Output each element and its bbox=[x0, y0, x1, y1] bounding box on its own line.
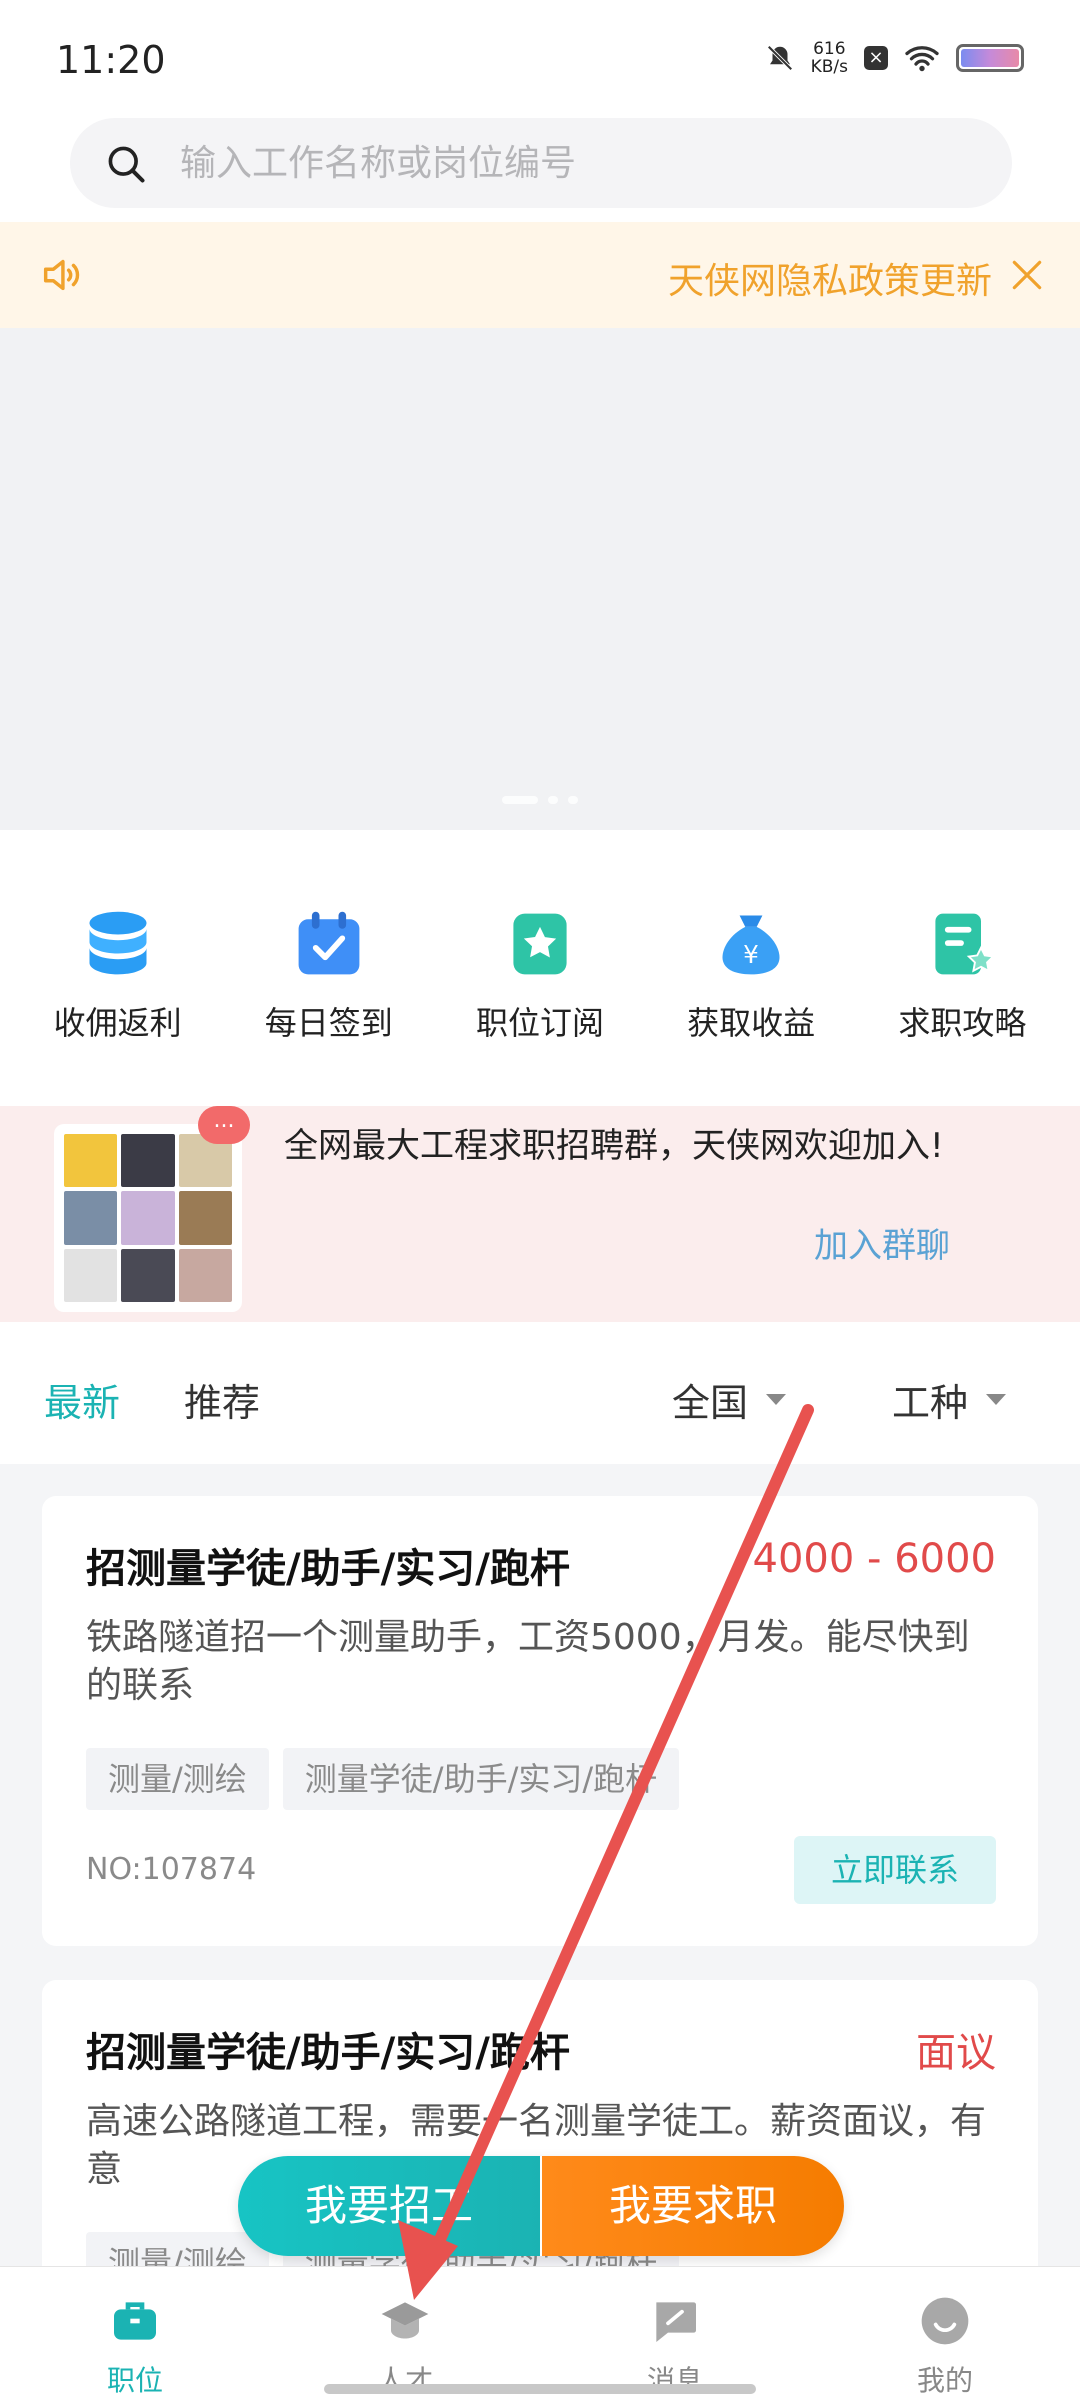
shortcut-guide[interactable]: 求职攻略 bbox=[862, 830, 1062, 1106]
speaker-icon bbox=[43, 259, 80, 291]
hire-button[interactable]: 我要招工 bbox=[238, 2156, 540, 2256]
shortcut-label: 求职攻略 bbox=[898, 1004, 1027, 1042]
shortcut-label: 收佣返利 bbox=[53, 1004, 182, 1042]
job-salary: 4000 - 6000 bbox=[752, 1536, 996, 1582]
carousel-dot bbox=[548, 796, 558, 804]
job-seek-button[interactable]: 我要求职 bbox=[540, 2156, 844, 2256]
job-title: 招测量学徒/助手/实习/跑杆 bbox=[86, 1546, 570, 1592]
region-filter[interactable]: 全国 bbox=[672, 1372, 787, 1427]
profile-face-icon bbox=[921, 2297, 969, 2345]
join-group-link[interactable]: 加入群聊 bbox=[814, 1218, 950, 1267]
job-card[interactable]: 招测量学徒/助手/实习/跑杆 4000 - 6000 铁路隧道招一个测量助手，工… bbox=[42, 1496, 1038, 1946]
carousel-dot bbox=[568, 796, 578, 804]
carousel-dot bbox=[502, 796, 538, 804]
group-avatar bbox=[54, 1124, 242, 1312]
job-number: NO:107874 bbox=[86, 1852, 257, 1887]
status-bar: 11:20 616 KB/s × bbox=[0, 0, 1080, 110]
notice-text[interactable]: 天侠网隐私政策更新 bbox=[668, 252, 992, 304]
net-speed: 616 KB/s bbox=[810, 39, 848, 77]
svg-text:¥: ¥ bbox=[743, 940, 759, 969]
shortcut-commission[interactable]: 收佣返利 bbox=[18, 830, 218, 1106]
tab-jobs[interactable]: 职位 bbox=[0, 2267, 270, 2408]
status-time: 11:20 bbox=[56, 38, 166, 82]
job-description: 铁路隧道招一个测量助手，工资5000，月发。能尽快到的联系 bbox=[86, 1617, 970, 1706]
contact-button[interactable]: 立即联系 bbox=[794, 1836, 996, 1904]
home-indicator[interactable] bbox=[324, 2384, 756, 2394]
group-chat-card[interactable]: ... 全网最大工程求职招聘群，天侠网欢迎加入! 加入群聊 bbox=[0, 1106, 1080, 1322]
battery-icon bbox=[956, 44, 1024, 72]
filter-bar: 最新 推荐 全国 工种 bbox=[0, 1322, 1080, 1464]
status-icons: 616 KB/s × bbox=[765, 40, 1024, 76]
shortcut-earnings[interactable]: ¥ 获取收益 bbox=[651, 830, 851, 1106]
wifi-icon bbox=[905, 46, 939, 72]
search-icon bbox=[108, 146, 145, 183]
job-title: 招测量学徒/助手/实习/跑杆 bbox=[86, 2030, 570, 2076]
bottom-tab-bar: 职位 人才 消息 我的 bbox=[0, 2266, 1080, 2408]
banner-carousel[interactable] bbox=[0, 328, 1080, 830]
shortcut-grid: 收佣返利 每日签到 职位订阅 ¥ 获取收益 求职攻略 bbox=[0, 830, 1080, 1106]
shortcut-label: 获取收益 bbox=[687, 1004, 816, 1042]
bell-mute-icon bbox=[767, 45, 793, 71]
database-icon bbox=[89, 911, 147, 975]
trade-filter-label: 工种 bbox=[892, 1381, 969, 1425]
search-input[interactable] bbox=[180, 118, 980, 208]
tab-recommended[interactable]: 推荐 bbox=[184, 1372, 260, 1427]
notice-bar[interactable]: 天侠网隐私政策更新 bbox=[0, 222, 1080, 328]
chevron-down-icon bbox=[986, 1394, 1007, 1405]
carousel-dots bbox=[0, 796, 1080, 804]
chevron-down-icon bbox=[766, 1394, 787, 1405]
tab-latest[interactable]: 最新 bbox=[44, 1372, 120, 1427]
search-section bbox=[0, 110, 1080, 222]
floating-action-buttons: 我要招工 我要求职 bbox=[238, 2156, 844, 2256]
star-badge-icon bbox=[513, 913, 567, 975]
job-salary: 面议 bbox=[916, 2030, 996, 2076]
document-star-icon bbox=[935, 913, 996, 975]
group-description: 全网最大工程求职招聘群，天侠网欢迎加入! bbox=[284, 1126, 944, 1166]
tab-label: 职位 bbox=[106, 2364, 163, 2397]
close-icon[interactable] bbox=[1008, 256, 1046, 294]
shortcut-label: 每日签到 bbox=[264, 1004, 393, 1042]
search-box[interactable] bbox=[70, 118, 1012, 208]
briefcase-icon bbox=[114, 2302, 156, 2340]
trade-filter[interactable]: 工种 bbox=[892, 1372, 1007, 1427]
message-icon bbox=[656, 2302, 696, 2342]
more-badge: ... bbox=[198, 1106, 250, 1144]
shortcut-label: 职位订阅 bbox=[475, 1004, 604, 1042]
shortcut-subscribe[interactable]: 职位订阅 bbox=[440, 830, 640, 1106]
graduation-cap-icon bbox=[381, 2302, 429, 2339]
job-tag: 测量学徒/助手/实习/跑杆 bbox=[282, 1748, 680, 1810]
shortcut-checkin[interactable]: 每日签到 bbox=[229, 830, 429, 1106]
calendar-check-icon bbox=[298, 911, 360, 975]
tab-profile[interactable]: 我的 bbox=[810, 2267, 1080, 2408]
job-tags: 测量/测绘 测量学徒/助手/实习/跑杆 bbox=[86, 1748, 680, 1810]
job-tag: 测量/测绘 bbox=[86, 1748, 269, 1810]
app-notification-icon: × bbox=[864, 46, 888, 70]
tab-label: 我的 bbox=[916, 2364, 973, 2397]
money-bag-icon: ¥ bbox=[722, 915, 780, 975]
region-filter-label: 全国 bbox=[672, 1381, 749, 1425]
